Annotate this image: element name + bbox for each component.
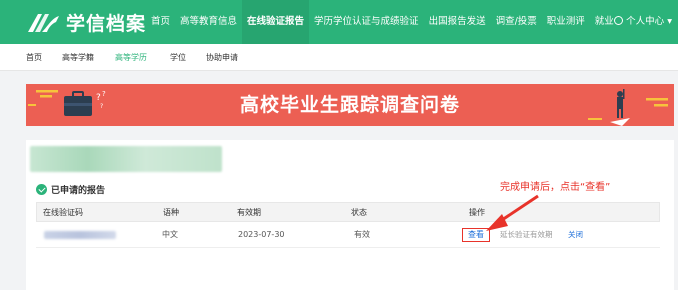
subnav-student-status[interactable]: 高等学籍 <box>62 44 94 71</box>
sub-navigation: 首页 高等学籍 高等学历 学位 协助申请 <box>0 44 678 71</box>
subnav-home[interactable]: 首页 <box>26 44 42 71</box>
logo-text: 学信档案 <box>66 12 147 35</box>
chevron-down-icon: ▾ <box>667 16 672 27</box>
nav-online-verification-report[interactable]: 在线验证报告 <box>242 0 310 44</box>
subnav-academic-degree[interactable]: 高等学历 <box>115 44 147 71</box>
nav-career-assessment[interactable]: 职业测评 <box>542 0 590 44</box>
top-navigation-bar: 学信档案 首页 高等教育信息 在线验证报告 学历学位认证与成绩验证 出国报告发送… <box>0 0 678 44</box>
nav-higher-education-info[interactable]: 高等教育信息 <box>175 0 242 44</box>
logo-icon <box>28 14 59 32</box>
banner-decoration-right <box>588 89 668 126</box>
subnav-degree[interactable]: 学位 <box>170 44 186 71</box>
user-icon <box>614 16 624 25</box>
user-center-label: 个人中心 <box>626 16 665 27</box>
survey-banner[interactable]: ? ? ? 高校毕业生跟踪调查问卷 <box>26 84 674 126</box>
report-content-panel: 已申请的报告 完成申请后，点击“查看” 在线验证码 语种 有效期 状态 操作 中… <box>26 140 674 290</box>
banner-title: 高校毕业生跟踪调查问卷 <box>239 94 460 116</box>
nav-degree-certification[interactable]: 学历学位认证与成绩验证 <box>309 0 424 44</box>
nav-home[interactable]: 首页 <box>146 0 175 44</box>
subnav-assist-application[interactable]: 协助申请 <box>206 44 238 71</box>
site-logo[interactable]: 学信档案 <box>26 7 146 37</box>
pointer-arrow-icon <box>486 194 539 231</box>
nav-survey-vote[interactable]: 调查/投票 <box>491 0 542 44</box>
nav-overseas-report[interactable]: 出国报告发送 <box>424 0 491 44</box>
main-nav: 首页 高等教育信息 在线验证报告 学历学位认证与成绩验证 出国报告发送 调查/投… <box>146 0 619 44</box>
user-center-menu[interactable]: 个人中心 ▾ <box>614 0 672 44</box>
